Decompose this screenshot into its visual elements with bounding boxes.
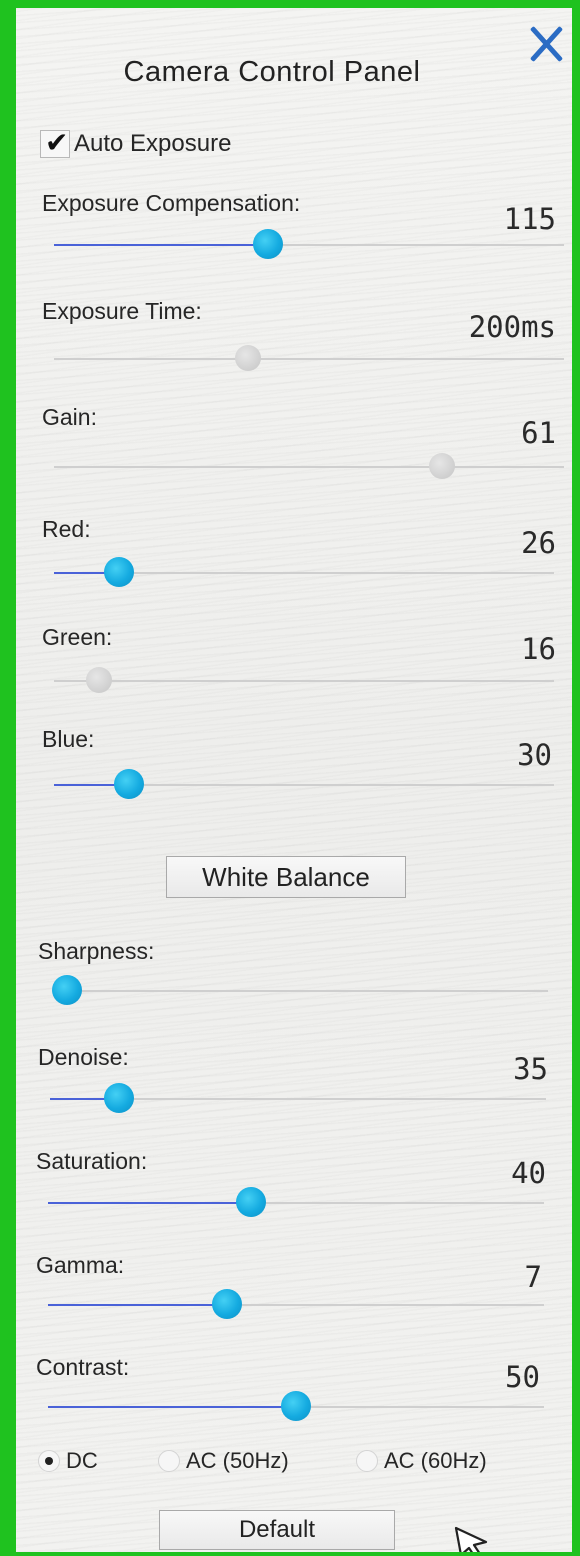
exposure-time-value: 200ms: [468, 310, 556, 344]
gamma-slider[interactable]: [48, 1289, 544, 1319]
green-label: Green:: [42, 624, 113, 650]
screen-frame: Camera Control Panel ✔ Auto Exposure Exp…: [0, 0, 580, 1556]
denoise-label: Denoise:: [38, 1044, 129, 1070]
auto-exposure-checkbox[interactable]: ✔: [40, 127, 70, 158]
denoise-slider-thumb[interactable]: [104, 1083, 134, 1113]
exposure-time-slider[interactable]: [54, 345, 564, 371]
exposure-compensation-value: 115: [503, 202, 556, 236]
sharpness-slider-thumb[interactable]: [52, 975, 82, 1005]
red-slider[interactable]: [54, 557, 554, 587]
green-slider[interactable]: [54, 667, 554, 693]
red-slider-thumb[interactable]: [104, 557, 134, 587]
radio-dc-label: DC: [66, 1448, 98, 1473]
green-value: 16: [521, 632, 556, 666]
close-x-icon[interactable]: [524, 20, 568, 68]
exposure-compensation-slider[interactable]: [54, 229, 564, 259]
white-balance-button[interactable]: White Balance: [166, 856, 406, 898]
gamma-value: 7: [524, 1260, 542, 1294]
radio-ac-50hz-dot[interactable]: [158, 1450, 180, 1472]
contrast-slider-thumb[interactable]: [281, 1391, 311, 1421]
radio-ac-50hz[interactable]: AC (50Hz): [158, 1448, 289, 1474]
auto-exposure-checkbox-row[interactable]: ✔ Auto Exposure: [40, 127, 232, 160]
contrast-value: 50: [505, 1360, 540, 1394]
saturation-value: 40: [511, 1156, 546, 1190]
red-label: Red:: [42, 516, 91, 542]
power-frequency-radio-group: DC AC (50Hz) AC (60Hz): [16, 1448, 572, 1480]
red-value: 26: [521, 526, 556, 560]
denoise-slider[interactable]: [50, 1083, 546, 1113]
camera-control-panel: Camera Control Panel ✔ Auto Exposure Exp…: [16, 8, 572, 1552]
exposure-compensation-label: Exposure Compensation:: [42, 190, 301, 216]
blue-label: Blue:: [42, 726, 95, 752]
default-button[interactable]: Default: [159, 1510, 395, 1550]
radio-ac-60hz-label: AC (60Hz): [384, 1448, 487, 1473]
contrast-slider-fill: [48, 1406, 296, 1408]
exposure-compensation-slider-fill: [54, 244, 268, 246]
saturation-slider-thumb[interactable]: [236, 1187, 266, 1217]
gain-slider[interactable]: [54, 453, 564, 479]
gamma-slider-fill: [48, 1304, 227, 1306]
panel-title: Camera Control Panel: [123, 56, 421, 88]
radio-dc[interactable]: DC: [38, 1448, 98, 1474]
sharpness-label: Sharpness:: [38, 938, 155, 964]
radio-ac-60hz-dot[interactable]: [356, 1450, 378, 1472]
checkmark-icon: ✔: [45, 127, 69, 158]
gain-value: 61: [521, 416, 556, 450]
gain-slider-thumb[interactable]: [429, 453, 455, 479]
radio-dc-dot[interactable]: [38, 1450, 60, 1472]
radio-ac-50hz-label: AC (50Hz): [186, 1448, 289, 1473]
saturation-slider-fill: [48, 1202, 251, 1204]
saturation-label: Saturation:: [36, 1148, 148, 1174]
denoise-value: 35: [513, 1052, 548, 1086]
mouse-pointer-icon: [454, 1526, 488, 1552]
exposure-compensation-slider-thumb[interactable]: [253, 229, 283, 259]
exposure-time-label: Exposure Time:: [42, 298, 202, 324]
gamma-slider-thumb[interactable]: [212, 1289, 242, 1319]
blue-slider-thumb[interactable]: [114, 769, 144, 799]
sharpness-slider[interactable]: [52, 975, 548, 1005]
blue-slider[interactable]: [54, 769, 554, 799]
blue-value: 30: [517, 738, 552, 772]
green-slider-thumb[interactable]: [86, 667, 112, 693]
exposure-time-slider-thumb[interactable]: [235, 345, 261, 371]
gain-label: Gain:: [42, 404, 97, 430]
auto-exposure-label: Auto Exposure: [74, 130, 232, 157]
gamma-label: Gamma:: [36, 1252, 125, 1278]
contrast-slider[interactable]: [48, 1391, 544, 1421]
contrast-label: Contrast:: [36, 1354, 130, 1380]
saturation-slider[interactable]: [48, 1187, 544, 1217]
radio-ac-60hz[interactable]: AC (60Hz): [356, 1448, 487, 1474]
